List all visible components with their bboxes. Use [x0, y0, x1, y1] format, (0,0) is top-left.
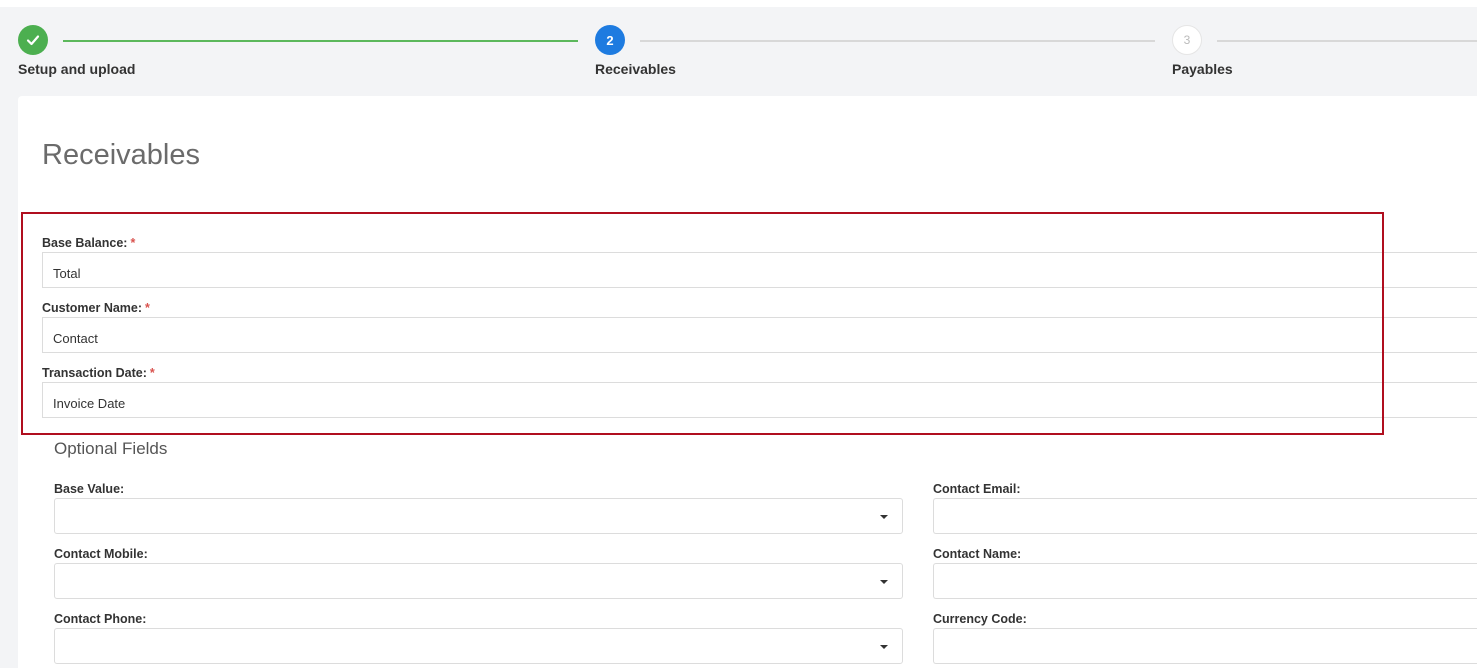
- chevron-down-icon: [880, 515, 888, 519]
- required-star: *: [149, 366, 155, 380]
- page-title: Receivables: [42, 139, 200, 171]
- step-connector-1: [63, 40, 578, 42]
- base-value-select[interactable]: [54, 498, 903, 534]
- check-icon: [26, 35, 40, 46]
- base-balance-select[interactable]: Total: [42, 252, 1477, 288]
- currency-code-label: Currency Code:: [933, 612, 1027, 626]
- step-connector-2: [640, 40, 1155, 42]
- customer-name-select[interactable]: Contact: [42, 317, 1477, 353]
- step-2-circle[interactable]: 2: [595, 25, 625, 55]
- step-1-complete-circle[interactable]: [18, 25, 48, 55]
- contact-email-label: Contact Email:: [933, 482, 1021, 496]
- contact-email-select[interactable]: [933, 498, 1477, 534]
- contact-mobile-select[interactable]: [54, 563, 903, 599]
- customer-name-label: Customer Name: *: [42, 301, 150, 315]
- contact-phone-label: Contact Phone:: [54, 612, 147, 626]
- base-value-label: Base Value:: [54, 482, 125, 496]
- step-3-circle[interactable]: 3: [1172, 25, 1202, 55]
- contact-mobile-label: Contact Mobile:: [54, 547, 148, 561]
- base-balance-label-text: Base Balance:: [42, 236, 128, 250]
- chevron-down-icon: [880, 645, 888, 649]
- currency-code-select[interactable]: [933, 628, 1477, 664]
- customer-name-label-text: Customer Name:: [42, 301, 143, 315]
- contact-name-label: Contact Name:: [933, 547, 1022, 561]
- contact-phone-select[interactable]: [54, 628, 903, 664]
- transaction-date-select[interactable]: Invoice Date: [42, 382, 1477, 418]
- step-3-label[interactable]: Payables: [1172, 61, 1233, 77]
- base-balance-label: Base Balance: *: [42, 236, 135, 250]
- required-star: *: [145, 301, 150, 315]
- required-star: *: [130, 236, 136, 250]
- step-2-label[interactable]: Receivables: [595, 61, 676, 77]
- transaction-date-label-text: Transaction Date:: [42, 366, 147, 380]
- optional-fields-title: Optional Fields: [54, 439, 168, 458]
- transaction-date-label: Transaction Date: *: [42, 366, 155, 380]
- step-connector-3: [1217, 40, 1477, 42]
- step-1-label[interactable]: Setup and upload: [18, 61, 135, 77]
- chevron-down-icon: [880, 580, 888, 584]
- contact-name-select[interactable]: [933, 563, 1477, 599]
- top-strip: [0, 0, 1477, 7]
